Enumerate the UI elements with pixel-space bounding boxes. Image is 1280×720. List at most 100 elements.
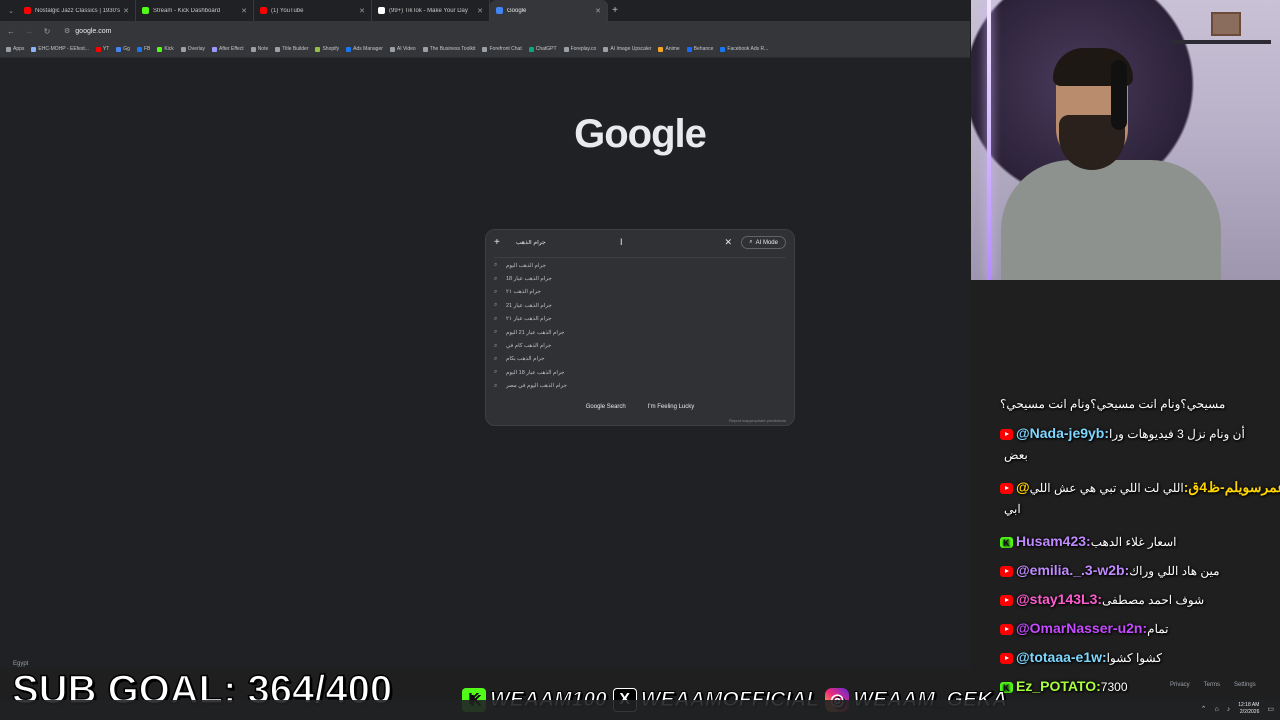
bookmark-item[interactable]: Gg — [116, 46, 130, 52]
tab-3[interactable]: (99+) TikTok - Make Your Day ✕ — [372, 0, 490, 21]
suggestion-text: جرام الذهب عيار 21 — [506, 302, 552, 309]
bookmark-icon — [116, 46, 122, 52]
search-input[interactable] — [508, 239, 722, 246]
tab-2[interactable]: (1) YouTube ✕ — [254, 0, 372, 21]
tab-favicon-icon — [378, 7, 385, 14]
system-tray: ⌃ ⌂ ♪ 12:18 AM 2/2/2026 ▭ — [1201, 702, 1274, 716]
feeling-lucky-button[interactable]: I'm Feeling Lucky — [639, 400, 703, 414]
suggestion-text: جرام الذهب عيار ٢١ — [506, 316, 552, 323]
windows-taskbar: ⌃ ⌂ ♪ 12:18 AM 2/2/2026 ▭ — [0, 700, 1280, 720]
suggestion-item[interactable]: ⌕ جرام الذهب اليوم — [486, 259, 794, 272]
bookmark-item[interactable]: Facebook Ads R... — [720, 46, 768, 52]
bookmark-item[interactable]: Note — [250, 46, 268, 52]
suggestion-text: جرام الذهب كام في — [506, 343, 552, 350]
search-icon: ⌕ — [494, 329, 498, 336]
chevron-up-icon[interactable]: ⌃ — [1201, 705, 1207, 713]
bookmark-item[interactable]: Overlay — [180, 46, 206, 52]
notification-icon[interactable]: ▭ — [1267, 705, 1274, 713]
tab-close-icon[interactable]: ✕ — [123, 7, 129, 15]
url-bar[interactable]: ⚙ google.com — [64, 27, 112, 36]
bookmark-item[interactable]: AI Image Upscaler — [603, 46, 651, 52]
chat-text-continued: ابي — [1004, 502, 1021, 516]
site-info-icon[interactable]: ⚙ — [64, 27, 70, 35]
bookmark-item[interactable]: Apps — [6, 46, 24, 52]
tab-search-icon[interactable]: ⌄ — [4, 7, 18, 15]
bookmark-icon — [658, 46, 664, 52]
chat-text: أن ونام نزل 3 فيديوهات ورا — [1109, 427, 1245, 441]
tab-close-icon[interactable]: ✕ — [595, 7, 601, 15]
suggestion-item[interactable]: ⌕ جرام الذهب كام في — [486, 339, 794, 352]
bookmark-label: Foreplay.co — [570, 46, 597, 52]
youtube-icon — [1000, 483, 1013, 495]
suggestion-text: جرام الذهب اليوم — [506, 262, 546, 269]
tab-4[interactable]: Google ✕ — [490, 0, 608, 21]
bookmark-icon — [422, 46, 428, 52]
tab-0[interactable]: Nostalgic Jazz Classics | 1930's ✕ — [18, 0, 136, 21]
forward-icon[interactable]: → — [24, 27, 34, 36]
chat-username: @totaaa-e1w: — [1016, 649, 1107, 665]
bookmark-item[interactable]: Forefront Chat — [482, 46, 522, 52]
suggestion-item[interactable]: ⌕ جرام الذهب عيار 18 اليوم — [486, 366, 794, 379]
suggestion-item[interactable]: ⌕ جرام الذهب عيار 21 — [486, 299, 794, 312]
ai-mode-icon: ⌕ — [749, 239, 753, 245]
chat-text: مين هاد اللي وراك — [1129, 564, 1220, 578]
ai-mode-button[interactable]: ⌕ AI Mode — [741, 236, 786, 249]
suggestion-item[interactable]: ⌕ جرام الذهب عيار 18 — [486, 272, 794, 285]
clear-icon[interactable]: ✕ — [721, 237, 735, 248]
bookmark-icon — [31, 46, 37, 52]
volume-icon[interactable]: ♪ — [1227, 706, 1231, 713]
bookmark-item[interactable]: Foreplay.co — [563, 46, 597, 52]
new-tab-button[interactable]: + — [608, 5, 622, 16]
bookmark-icon — [180, 46, 186, 52]
bookmark-item[interactable]: Kick — [157, 46, 174, 52]
bookmark-label: AI Video — [396, 46, 416, 52]
browser-tab-strip: ⌄ Nostalgic Jazz Classics | 1930's ✕ Strea… — [0, 0, 970, 21]
bookmark-item[interactable]: ChatGPT — [528, 46, 557, 52]
bookmark-item[interactable]: The Business Toolkit — [422, 46, 475, 52]
plus-icon[interactable]: + — [494, 237, 508, 248]
tab-label: Nostalgic Jazz Classics | 1930's — [35, 7, 121, 14]
google-search-button[interactable]: Google Search — [577, 400, 634, 414]
bookmark-item[interactable]: Title Builder — [275, 46, 308, 52]
youtube-icon — [1000, 624, 1013, 636]
suggestion-item[interactable]: ⌕ جرام الذهب بكام — [486, 353, 794, 366]
suggestion-item[interactable]: ⌕ جرام الذهب ٢١ — [486, 286, 794, 299]
bookmark-item[interactable]: Anime — [658, 46, 680, 52]
bookmark-item[interactable]: After Effect — [212, 46, 244, 52]
bookmark-item[interactable]: YT — [95, 46, 109, 52]
tab-1[interactable]: Stream - Kick Dashboard ✕ — [136, 0, 254, 21]
url-text: google.com — [75, 27, 112, 35]
bookmark-item[interactable]: AI Video — [389, 46, 416, 52]
bookmark-item[interactable]: Ads Manager — [346, 46, 383, 52]
search-icon: ⌕ — [494, 369, 498, 376]
bookmark-label: Overlay — [187, 46, 206, 52]
chat-text-continued: بعض — [1004, 448, 1028, 462]
bookmark-item[interactable]: FB — [136, 46, 150, 52]
chat-message: @OmarNasser-u2n:تمام — [1000, 616, 1275, 641]
report-predictions-link[interactable]: Report inappropriate predictions — [729, 418, 786, 423]
bookmark-item[interactable]: Shopify — [315, 46, 339, 52]
bookmark-label: Title Builder — [282, 46, 309, 52]
bookmark-icon — [275, 46, 281, 52]
clock[interactable]: 12:18 AM 2/2/2026 — [1238, 702, 1259, 716]
bookmark-item[interactable]: Behance — [686, 46, 713, 52]
suggestion-item[interactable]: ⌕ جرام الذهب عيار ٢١ — [486, 313, 794, 326]
tab-close-icon[interactable]: ✕ — [241, 7, 247, 15]
search-icon: ⌕ — [494, 275, 498, 282]
headset-icon — [1111, 60, 1127, 130]
network-icon[interactable]: ⌂ — [1215, 706, 1219, 713]
tab-close-icon[interactable]: ✕ — [477, 7, 483, 15]
reload-icon[interactable]: ↻ — [42, 27, 52, 36]
search-icon: ⌕ — [494, 382, 498, 389]
chat-text: اللي لت اللي تبي هي عش اللي — [1029, 481, 1184, 495]
clock-time: 12:18 AM — [1238, 702, 1260, 708]
back-icon[interactable]: ← — [6, 27, 16, 36]
tab-close-icon[interactable]: ✕ — [359, 7, 365, 15]
chat-message: Ez_POTATO:7300 — [1000, 674, 1275, 700]
bookmark-label: AI Image Upscaler — [610, 46, 652, 52]
suggestion-item[interactable]: ⌕ جرام الذهب عيار 21 اليوم — [486, 326, 794, 339]
suggestion-item[interactable]: ⌕ جرام الذهب اليوم في مصر — [486, 380, 794, 393]
bookmark-item[interactable]: EHC-MOHP - EEfest... — [31, 46, 89, 52]
bookmark-label: Kick — [164, 46, 174, 52]
shelf — [1171, 40, 1271, 44]
